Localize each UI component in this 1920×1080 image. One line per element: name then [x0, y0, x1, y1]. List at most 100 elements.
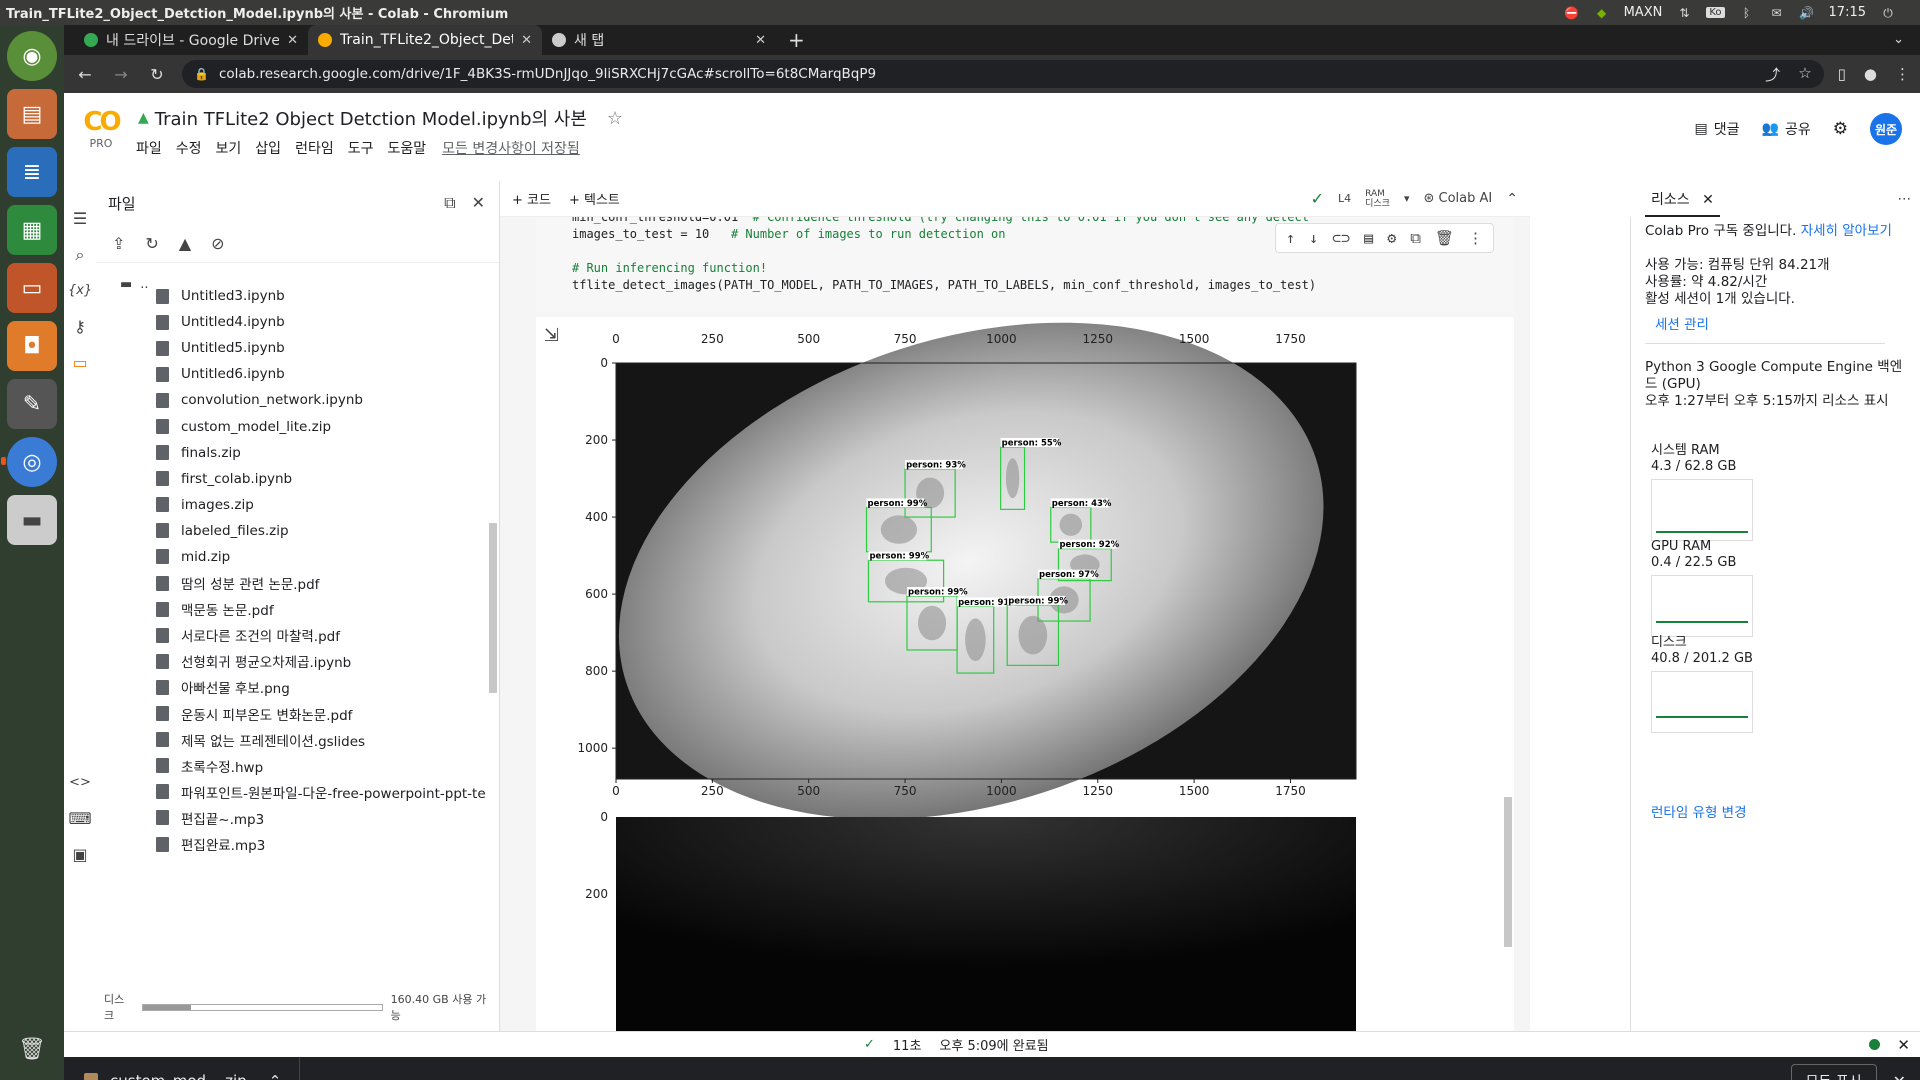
upload-icon[interactable]: ⇪ — [112, 234, 125, 253]
file-row[interactable]: finals.zip — [96, 440, 486, 466]
file-row[interactable]: 선형회귀 평균오차제곱.ipynb — [96, 648, 486, 674]
close-icon[interactable]: ✕ — [1897, 1036, 1910, 1054]
software-center-icon[interactable]: ◘ — [7, 321, 57, 371]
calc-icon[interactable]: ▦ — [7, 205, 57, 255]
bluetooth-icon[interactable]: ᛒ — [1739, 6, 1755, 20]
power-icon[interactable]: ⏻ — [1880, 6, 1896, 20]
file-row[interactable]: mid.zip — [96, 544, 486, 570]
mount-drive-icon[interactable]: ▲ — [179, 234, 191, 253]
file-row[interactable]: 제목 없는 프레젠테이션.gslides — [96, 727, 486, 753]
reload-icon[interactable]: ↻ — [146, 65, 168, 84]
share-icon[interactable]: ⤴ — [1765, 64, 1780, 85]
code-snippets-icon[interactable]: <> — [68, 771, 92, 795]
file-row[interactable]: labeled_files.zip — [96, 518, 486, 544]
add-text-button[interactable]: + 텍스트 — [569, 189, 620, 208]
ubuntu-software-icon[interactable]: ◉ — [7, 31, 57, 81]
collapse-chevron-icon[interactable]: ⌃ — [1506, 191, 1518, 207]
file-row[interactable]: 맥문동 논문.pdf — [96, 596, 486, 622]
refresh-icon[interactable]: ↻ — [145, 234, 158, 253]
file-row[interactable]: 편집완료.mp3 — [96, 831, 486, 857]
file-row[interactable]: first_colab.ipynb — [96, 466, 486, 492]
learn-more-link[interactable]: 자세히 알아보기 — [1801, 223, 1892, 239]
completion-time[interactable]: 오후 5:09에 완료됨 — [939, 1035, 1048, 1054]
mail-icon[interactable]: ✉ — [1769, 6, 1785, 20]
file-row[interactable]: Untitled4.ipynb — [96, 309, 486, 335]
manage-sessions-link[interactable]: 세션 관리 — [1655, 317, 1915, 334]
menu-runtime[interactable]: 런타임 — [295, 138, 334, 158]
menu-kebab-icon[interactable]: ⋮ — [1895, 65, 1910, 83]
avatar[interactable]: 원준 — [1870, 113, 1902, 145]
resources-tab[interactable]: 리소스 ✕ — [1645, 181, 1720, 217]
menu-edit[interactable]: 수정 — [176, 138, 202, 158]
code-cell[interactable]: min_conf_threshold=0.01 # Confidence thr… — [536, 217, 1514, 313]
tab-google-drive[interactable]: 내 드라이브 - Google Drive ✕ — [74, 25, 308, 55]
menu-view[interactable]: 보기 — [216, 138, 242, 158]
files-scrollbar[interactable] — [488, 263, 498, 963]
share-button[interactable]: 👥 공유 — [1762, 119, 1811, 139]
mirror-cell-icon[interactable]: ⧉ — [1410, 229, 1421, 247]
colab-ai-button[interactable]: ⊛ Colab AI — [1423, 191, 1492, 206]
save-status[interactable]: 모든 변경사항이 저장됨 — [442, 138, 580, 158]
show-all-button[interactable]: 모두 표시 — [1790, 1064, 1877, 1080]
clock[interactable]: 17:15 — [1829, 5, 1866, 20]
close-tab-icon[interactable]: ✕ — [521, 33, 532, 48]
forward-icon[interactable]: → — [110, 65, 132, 84]
file-row[interactable]: custom_model_lite.zip — [96, 413, 486, 439]
menu-tools[interactable]: 도구 — [348, 138, 374, 158]
do-not-disturb-icon[interactable]: ⛔ — [1564, 6, 1580, 20]
settings-gear-icon[interactable]: ⚙ — [1833, 119, 1848, 139]
add-code-button[interactable]: + 코드 — [512, 189, 551, 208]
close-icon[interactable]: ✕ — [1702, 192, 1714, 208]
change-runtime-link[interactable]: 런타임 유형 변경 — [1651, 805, 1911, 822]
variables-icon[interactable]: {x} — [68, 279, 92, 303]
file-row[interactable]: Untitled5.ipynb — [96, 335, 486, 361]
files-manager-icon[interactable]: ▤ — [7, 89, 57, 139]
output-scrollbar[interactable] — [1502, 317, 1514, 1031]
new-tab-button[interactable]: + — [776, 25, 817, 55]
chevron-up-icon[interactable]: ⌃ — [269, 1072, 282, 1080]
file-row[interactable]: Untitled3.ipynb — [96, 283, 486, 309]
move-down-icon[interactable]: ↓ — [1309, 229, 1318, 247]
file-row[interactable]: 운동시 피부온도 변화논문.pdf — [96, 701, 486, 727]
hide-files-icon[interactable]: ⊘ — [211, 234, 224, 253]
tab-new-tab[interactable]: 새 탭 ✕ — [542, 25, 776, 55]
keyboard-layout-badge[interactable]: Ko — [1706, 7, 1725, 18]
close-panel-icon[interactable]: ✕ — [472, 193, 485, 213]
file-row[interactable]: 땀의 성분 관련 논문.pdf — [96, 570, 486, 596]
ram-disk-indicator[interactable]: RAM 디스크 — [1365, 189, 1390, 209]
move-up-icon[interactable]: ↑ — [1286, 229, 1295, 247]
tab-search-icon[interactable]: ⌄ — [1893, 25, 1920, 55]
files-folder-icon[interactable]: ▭ — [68, 351, 92, 375]
file-row[interactable]: convolution_network.ipynb — [96, 387, 486, 413]
menu-insert[interactable]: 삽입 — [255, 138, 281, 158]
link-icon[interactable]: ⊂⊃ — [1332, 229, 1350, 247]
lock-icon[interactable]: 🔒 — [194, 67, 209, 81]
file-row[interactable]: images.zip — [96, 492, 486, 518]
trash-icon[interactable]: 🗑 — [7, 1024, 57, 1074]
colab-logo[interactable]: CO PRO — [76, 107, 126, 150]
search-icon[interactable]: ⌕ — [68, 243, 92, 267]
tab-colab[interactable]: Train_TFLite2_Object_Detection_Model.ipy… — [308, 25, 542, 55]
drive-disk-icon[interactable]: ▬ — [7, 495, 57, 545]
comments-button[interactable]: ▤ 댓글 — [1695, 119, 1740, 139]
settings-tool-icon[interactable]: ✎ — [7, 379, 57, 429]
more-kebab-icon[interactable]: ⋯ — [1898, 191, 1920, 207]
file-row[interactable]: 서로다른 조건의 마찰력.pdf — [96, 622, 486, 648]
close-tab-icon[interactable]: ✕ — [287, 33, 298, 48]
star-icon[interactable]: ☆ — [607, 108, 623, 129]
menu-help[interactable]: 도움말 — [387, 138, 426, 158]
close-tab-icon[interactable]: ✕ — [755, 33, 766, 48]
impress-icon[interactable]: ▭ — [7, 263, 57, 313]
address-bar[interactable]: 🔒 colab.research.google.com/drive/1F_4BK… — [182, 60, 1824, 88]
network-icon[interactable]: ⇅ — [1676, 6, 1692, 20]
writer-icon[interactable]: ≣ — [7, 147, 57, 197]
terminal-icon[interactable]: ▣ — [68, 843, 92, 867]
settings-gear-icon[interactable]: ⚙ — [1387, 229, 1396, 247]
side-panel-icon[interactable]: ▯ — [1838, 65, 1846, 83]
power-mode-label[interactable]: MAXN — [1624, 5, 1663, 20]
bookmark-star-icon[interactable]: ☆ — [1798, 64, 1811, 85]
close-icon[interactable]: ✕ — [1893, 1072, 1906, 1080]
back-icon[interactable]: ← — [74, 65, 96, 84]
more-kebab-icon[interactable]: ⋮ — [1468, 229, 1483, 247]
chromium-icon[interactable]: ◎ — [1, 437, 57, 487]
